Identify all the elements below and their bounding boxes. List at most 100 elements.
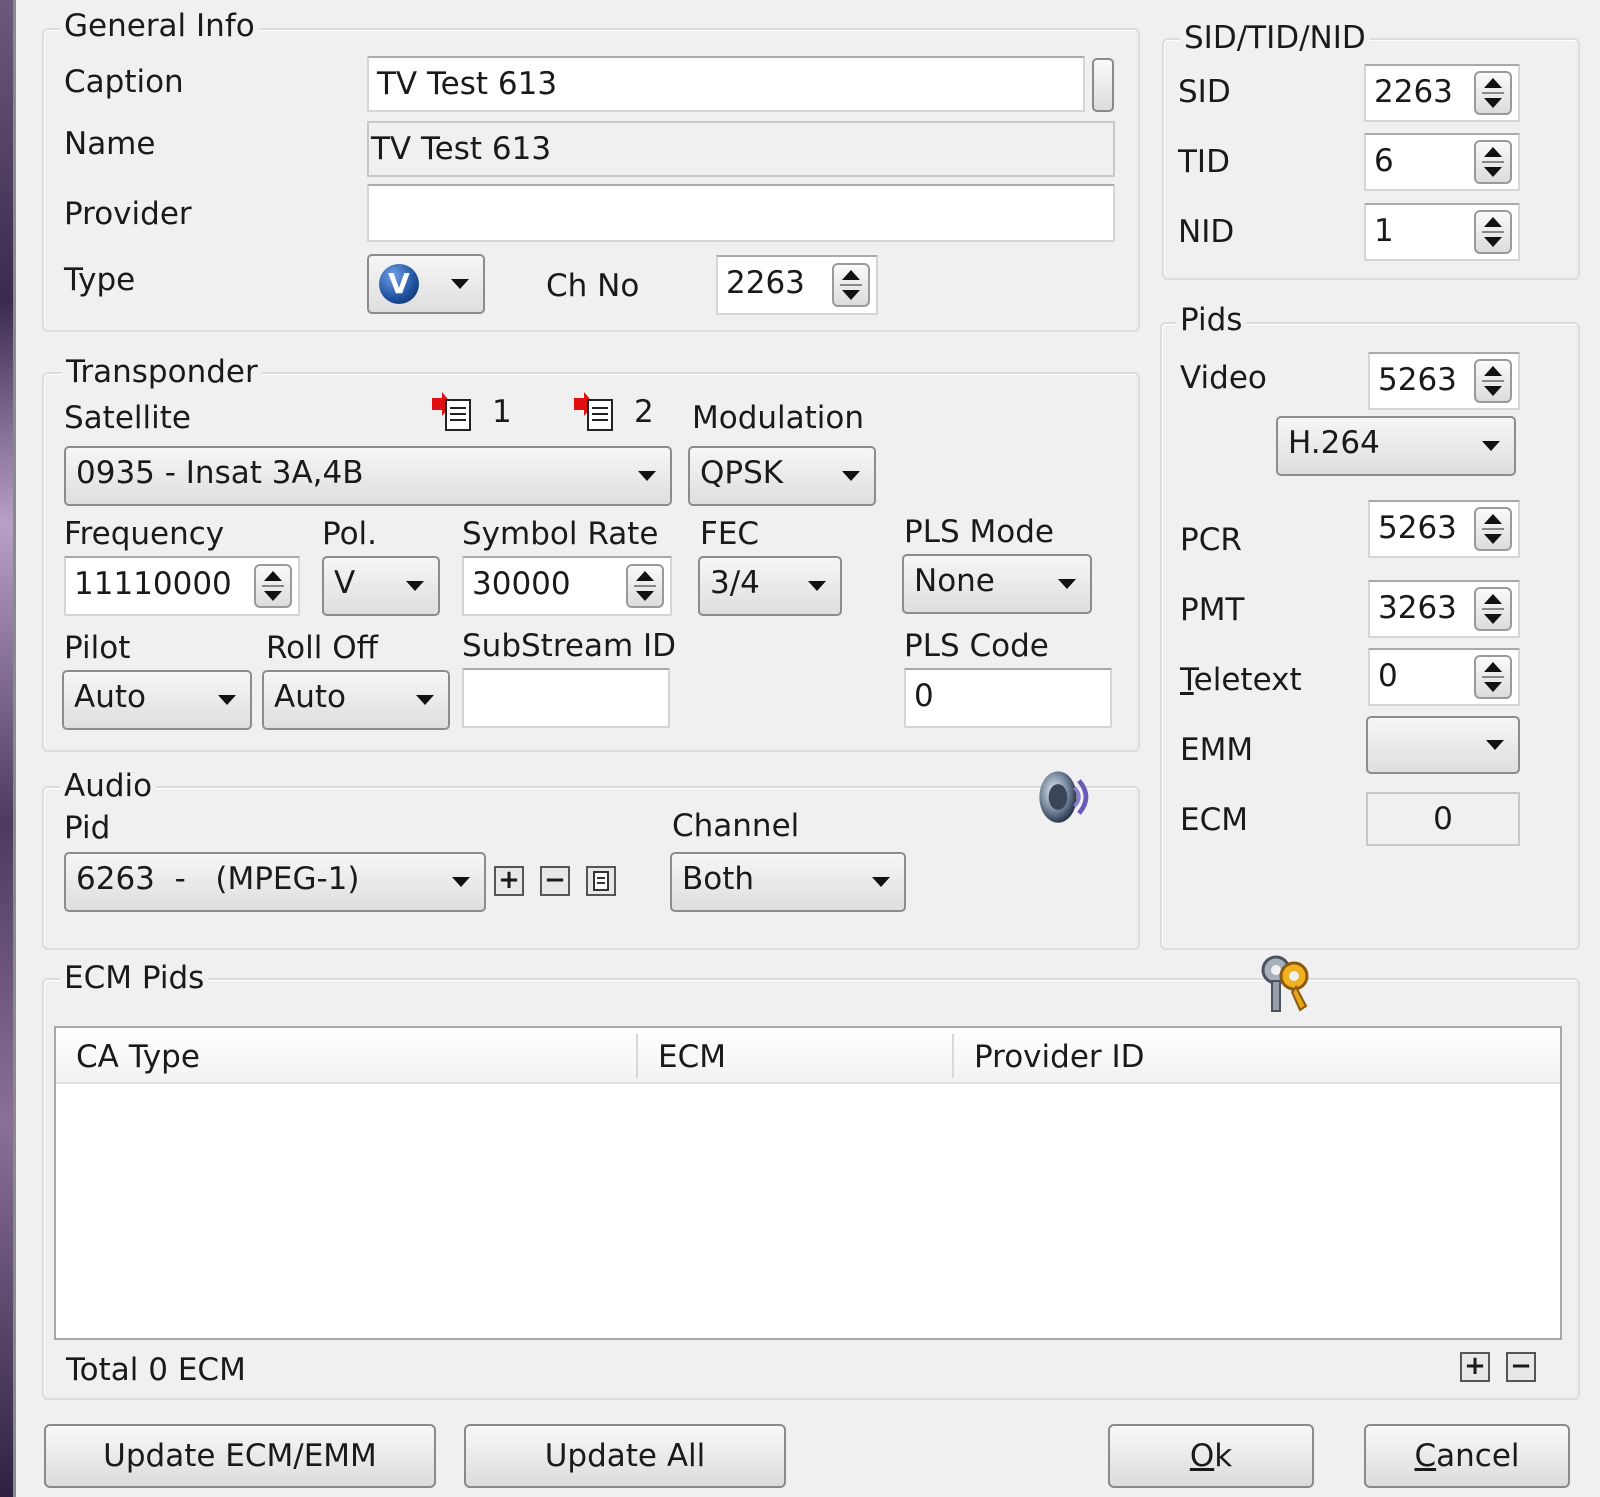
- chno-input[interactable]: 2263: [716, 255, 878, 315]
- chevron-down-icon: [842, 471, 860, 481]
- pol-dropdown[interactable]: V: [322, 556, 440, 616]
- nid-spinner-icon[interactable]: [1474, 210, 1512, 254]
- satellite-value: 0935 - Insat 3A,4B: [76, 455, 364, 491]
- frequency-spinner-icon[interactable]: [254, 564, 292, 608]
- fec-dropdown[interactable]: 3/4: [698, 556, 842, 616]
- audio-channel-dropdown[interactable]: Both: [670, 852, 906, 912]
- ecm-remove-button[interactable]: −: [1506, 1352, 1536, 1382]
- teletext-spinner-icon[interactable]: [1474, 655, 1512, 699]
- video-pid-input[interactable]: 5263: [1368, 352, 1520, 410]
- symbol-rate-value: 30000: [472, 566, 571, 602]
- speaker-icon: [1039, 771, 1089, 823]
- rolloff-value: Auto: [274, 679, 346, 715]
- emm-dropdown[interactable]: [1366, 716, 1520, 774]
- ecm-table-header: CA Type ECM Provider ID: [56, 1028, 1560, 1084]
- pls-mode-dropdown[interactable]: None: [902, 554, 1092, 614]
- type-dropdown[interactable]: V: [367, 254, 485, 314]
- pls-code-label: PLS Code: [904, 628, 1049, 664]
- audio-title: Audio: [60, 768, 157, 804]
- pls-code-input[interactable]: 0: [904, 668, 1112, 728]
- col-header-provider-id[interactable]: Provider ID: [954, 1028, 1554, 1082]
- ok-button[interactable]: Ok: [1108, 1424, 1314, 1488]
- rolloff-dropdown[interactable]: Auto: [262, 670, 450, 730]
- chevron-down-icon: [406, 581, 424, 591]
- chevron-down-icon: [218, 695, 236, 705]
- chevron-down-icon: [416, 695, 434, 705]
- chno-spinner-icon[interactable]: [832, 263, 870, 307]
- audio-edit-icon[interactable]: [586, 866, 616, 896]
- chevron-down-icon: [872, 877, 890, 887]
- sid-input[interactable]: 2263: [1364, 64, 1520, 122]
- video-pid-value: 5263: [1378, 362, 1457, 398]
- update-all-button[interactable]: Update All: [464, 1424, 786, 1488]
- chno-label: Ch No: [546, 268, 640, 304]
- fec-value: 3/4: [710, 565, 760, 601]
- modulation-dropdown[interactable]: QPSK: [688, 446, 876, 506]
- pcr-spinner-icon[interactable]: [1474, 507, 1512, 551]
- audio-add-button[interactable]: +: [494, 866, 524, 896]
- nid-label: NID: [1178, 214, 1235, 250]
- emm-label: EMM: [1180, 732, 1254, 768]
- col-header-ca-type[interactable]: CA Type: [56, 1028, 636, 1082]
- transponder-2-doc-icon[interactable]: [574, 392, 618, 434]
- video-label: Video: [1180, 360, 1267, 396]
- transponder-title: Transponder: [62, 354, 262, 390]
- keys-icon: [1261, 955, 1309, 1012]
- video-v-icon: V: [379, 264, 419, 304]
- chevron-down-icon: [808, 581, 826, 591]
- audio-remove-button[interactable]: −: [540, 866, 570, 896]
- name-label: Name: [64, 126, 156, 162]
- tid-input[interactable]: 6: [1364, 133, 1520, 191]
- satellite-dropdown[interactable]: 0935 - Insat 3A,4B: [64, 446, 672, 506]
- sid-spinner-icon[interactable]: [1474, 71, 1512, 115]
- frequency-label: Frequency: [64, 516, 225, 552]
- chno-value: 2263: [726, 265, 805, 301]
- pcr-input[interactable]: 5263: [1368, 500, 1520, 558]
- pmt-spinner-icon[interactable]: [1474, 587, 1512, 631]
- caption-label: Caption: [64, 64, 184, 100]
- ecm-pids-title: ECM Pids: [60, 960, 209, 996]
- ecm-total-label: Total 0 ECM: [66, 1352, 246, 1388]
- chevron-down-icon: [638, 471, 656, 481]
- cancel-button[interactable]: Cancel: [1364, 1424, 1570, 1488]
- pmt-value: 3263: [1378, 590, 1457, 626]
- ecm-add-button[interactable]: +: [1460, 1352, 1490, 1382]
- modulation-value: QPSK: [700, 455, 784, 491]
- video-codec-dropdown[interactable]: H.264: [1276, 416, 1516, 476]
- substream-label: SubStream ID: [462, 628, 677, 664]
- tid-spinner-icon[interactable]: [1474, 140, 1512, 184]
- ecm-field: 0: [1366, 792, 1520, 846]
- provider-input[interactable]: [367, 184, 1115, 242]
- update-ecm-emm-button[interactable]: Update ECM/EMM: [44, 1424, 436, 1488]
- substream-input[interactable]: [462, 668, 670, 728]
- caption-side-button[interactable]: [1092, 58, 1114, 112]
- audio-pid-label: Pid: [64, 810, 111, 846]
- transponder-1-doc-icon[interactable]: [432, 392, 476, 434]
- ecm-table[interactable]: CA Type ECM Provider ID: [54, 1026, 1562, 1340]
- nid-value: 1: [1374, 213, 1394, 249]
- tid-label: TID: [1178, 144, 1230, 180]
- type-label: Type: [64, 262, 136, 298]
- audio-pid-dropdown[interactable]: 6263 - (MPEG-1): [64, 852, 486, 912]
- pilot-dropdown[interactable]: Auto: [62, 670, 252, 730]
- fec-label: FEC: [700, 516, 760, 552]
- video-codec-value: H.264: [1288, 425, 1380, 461]
- name-field: TV Test 613: [367, 121, 1115, 177]
- pmt-label: PMT: [1180, 592, 1245, 628]
- symbol-rate-spinner-icon[interactable]: [626, 564, 664, 608]
- nid-input[interactable]: 1: [1364, 203, 1520, 261]
- teletext-input[interactable]: 0: [1368, 648, 1520, 706]
- teletext-value: 0: [1378, 658, 1398, 694]
- pmt-input[interactable]: 3263: [1368, 580, 1520, 638]
- caption-input[interactable]: TV Test 613: [367, 56, 1085, 112]
- video-pid-spinner-icon[interactable]: [1474, 359, 1512, 403]
- symbol-rate-label: Symbol Rate: [462, 516, 659, 552]
- provider-label: Provider: [64, 196, 192, 232]
- pilot-value: Auto: [74, 679, 146, 715]
- pids-title: Pids: [1176, 302, 1247, 338]
- chevron-down-icon: [1482, 441, 1500, 451]
- symbol-rate-input[interactable]: 30000: [462, 556, 672, 616]
- frequency-input[interactable]: 11110000: [64, 556, 300, 616]
- col-header-ecm[interactable]: ECM: [638, 1028, 952, 1082]
- satellite-label: Satellite: [64, 400, 191, 436]
